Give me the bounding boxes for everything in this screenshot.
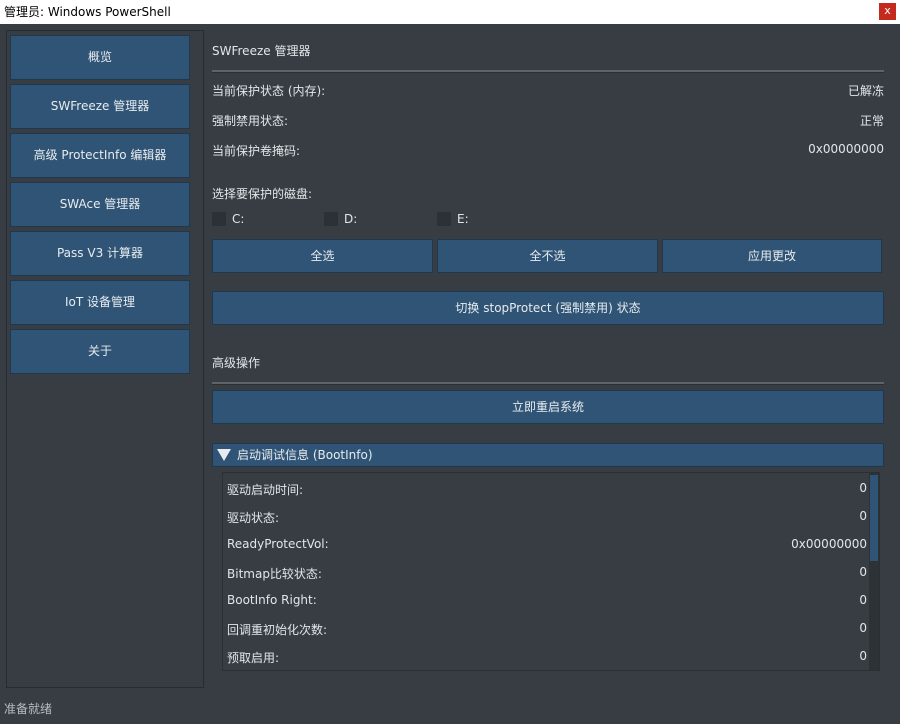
volume-mask-value: 0x00000000: [808, 142, 884, 156]
sidebar-item-passv3[interactable]: Pass V3 计算器: [10, 231, 190, 276]
disk-c-checkbox[interactable]: C:: [212, 212, 244, 226]
protect-state-value: 已解冻: [847, 84, 884, 98]
volume-mask-label: 当前保护卷掩码:: [212, 144, 301, 158]
list-item: 驱动启动时间: 0: [227, 481, 867, 501]
bootinfo-label: 驱动启动时间:: [227, 483, 304, 497]
select-all-button[interactable]: 全选: [212, 239, 433, 273]
disk-d-label: D:: [344, 212, 358, 226]
triangle-down-icon: [217, 449, 231, 461]
disk-c-label: C:: [232, 212, 245, 226]
list-item: ReadyProtectVol: 0x00000000: [227, 537, 867, 557]
list-item: Bitmap比较状态: 0: [227, 565, 867, 585]
checkbox-box[interactable]: [437, 212, 451, 226]
list-item: 预取启用: 0: [227, 649, 867, 669]
bootinfo-value: 0: [859, 509, 867, 523]
bootinfo-value: 0: [859, 649, 867, 663]
bootinfo-value: 0: [859, 621, 867, 635]
page-title: SWFreeze 管理器: [212, 44, 311, 58]
bootinfo-label: Bitmap比较状态:: [227, 567, 322, 581]
bootinfo-value: 0: [859, 565, 867, 579]
bootinfo-label: BootInfo Right:: [227, 593, 317, 607]
protect-state-label: 当前保护状态 (内存):: [212, 84, 326, 98]
close-button[interactable]: x: [879, 3, 896, 20]
bootinfo-label: ReadyProtectVol:: [227, 537, 329, 551]
force-disable-value: 正常: [859, 114, 884, 128]
bootinfo-label: 预取启用:: [227, 651, 280, 665]
force-disable-label: 强制禁用状态:: [212, 114, 289, 128]
bootinfo-value: 0: [859, 481, 867, 495]
reboot-button[interactable]: 立即重启系统: [212, 390, 884, 424]
disk-e-label: E:: [457, 212, 469, 226]
window-titlebar: 管理员: Windows PowerShell x: [0, 0, 900, 24]
list-item: 回调重初始化次数: 0: [227, 621, 867, 641]
checkbox-box[interactable]: [324, 212, 338, 226]
disk-prompt: 选择要保护的磁盘:: [212, 187, 313, 201]
bootinfo-value: 0x00000000: [791, 537, 867, 551]
sidebar-item-swace[interactable]: SWAce 管理器: [10, 182, 190, 227]
window-title: 管理员: Windows PowerShell: [4, 5, 171, 19]
sidebar-item-about[interactable]: 关于: [10, 329, 190, 374]
bootinfo-label: 回调重初始化次数:: [227, 623, 328, 637]
checkbox-box[interactable]: [212, 212, 226, 226]
bootinfo-scrollbar[interactable]: [869, 473, 879, 670]
sidebar-item-swfreeze[interactable]: SWFreeze 管理器: [10, 84, 190, 129]
bootinfo-label: 驱动状态:: [227, 511, 280, 525]
advanced-title: 高级操作: [212, 356, 261, 370]
main-panel: SWFreeze 管理器 当前保护状态 (内存): 已解冻 强制禁用状态: 正常…: [212, 30, 884, 690]
disk-d-checkbox[interactable]: D:: [324, 212, 357, 226]
toggle-stopprotect-button[interactable]: 切换 stopProtect (强制禁用) 状态: [212, 291, 884, 325]
list-item: 驱动状态: 0: [227, 509, 867, 529]
apply-changes-button[interactable]: 应用更改: [662, 239, 882, 273]
bootinfo-collapse-header[interactable]: 启动调试信息 (BootInfo): [212, 443, 884, 467]
bootinfo-panel: 驱动启动时间: 0 驱动状态: 0 ReadyProtectVol: 0x000…: [222, 472, 880, 671]
title-divider: [212, 70, 884, 73]
scrollbar-thumb[interactable]: [870, 475, 878, 561]
select-none-button[interactable]: 全不选: [437, 239, 658, 273]
bootinfo-header-label: 启动调试信息 (BootInfo): [237, 448, 373, 462]
sidebar-item-iot[interactable]: IoT 设备管理: [10, 280, 190, 325]
sidebar-item-protectinfo[interactable]: 高级 ProtectInfo 编辑器: [10, 133, 190, 178]
status-bar-text: 准备就绪: [4, 702, 53, 716]
disk-e-checkbox[interactable]: E:: [437, 212, 469, 226]
list-item: BootInfo Right: 0: [227, 593, 867, 613]
sidebar-item-overview[interactable]: 概览: [10, 35, 190, 80]
advanced-divider: [212, 382, 884, 385]
bootinfo-value: 0: [859, 593, 867, 607]
sidebar: 概览 SWFreeze 管理器 高级 ProtectInfo 编辑器 SWAce…: [6, 30, 204, 688]
